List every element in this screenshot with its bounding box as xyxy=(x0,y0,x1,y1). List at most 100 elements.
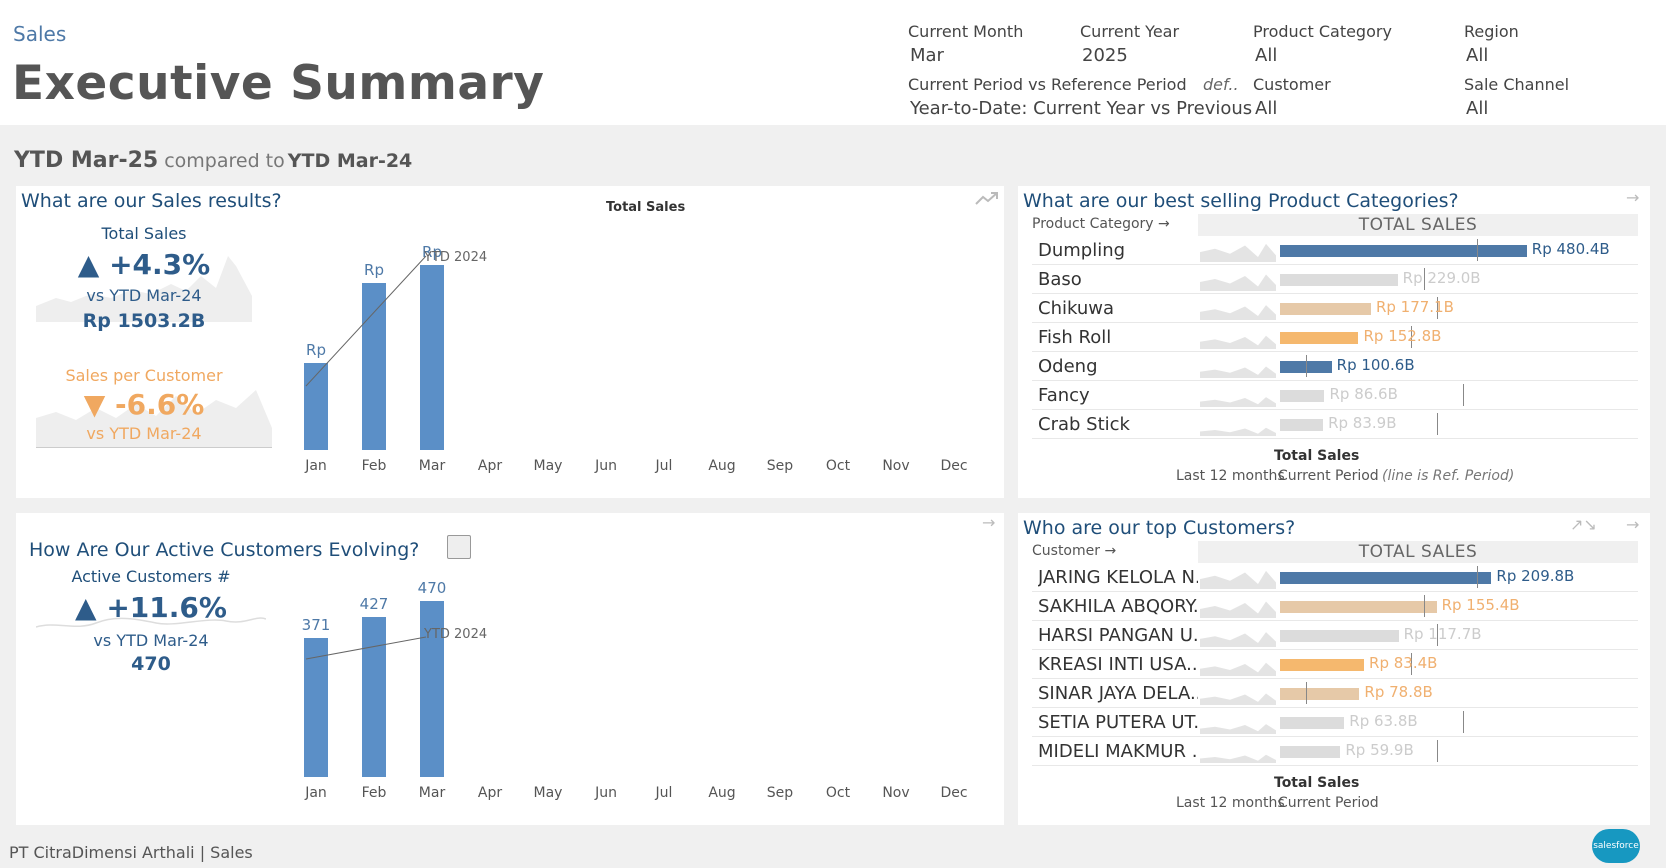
filter-sale-channel[interactable]: All xyxy=(1466,98,1488,119)
category-ref-line xyxy=(1476,239,1478,261)
customer-bar[interactable] xyxy=(1280,572,1492,584)
category-row-name: Fish Roll xyxy=(1038,327,1112,348)
total-sales-change: ▲ +4.3% xyxy=(36,248,252,281)
category-foot-note: (line is Ref. Period) xyxy=(1382,468,1515,484)
category-bar[interactable] xyxy=(1280,245,1527,257)
customer-row-name: HARSI PANGAN U.. xyxy=(1038,625,1198,646)
sales-month-label: Jul xyxy=(655,458,673,474)
trend-icon[interactable] xyxy=(974,190,1000,206)
arrow-right-icon[interactable]: → xyxy=(1626,515,1639,534)
sales-per-customer-vs: vs YTD Mar-24 xyxy=(86,424,202,443)
category-row-name: Fancy xyxy=(1038,385,1090,406)
category-bar[interactable] xyxy=(1280,419,1324,431)
category-bar[interactable] xyxy=(1280,390,1325,402)
category-bar[interactable] xyxy=(1280,332,1359,344)
category-row-sparkline xyxy=(1200,335,1276,349)
customer-row-name: JARING KELOLA N.. xyxy=(1038,567,1198,588)
category-bar-value: Rp 480.4B xyxy=(1531,240,1610,258)
category-row-name: Odeng xyxy=(1038,356,1098,377)
breadcrumb[interactable]: Sales xyxy=(13,22,66,46)
page-title: Executive Summary xyxy=(12,56,545,111)
sales-reference-label: YTD 2024 xyxy=(424,250,488,265)
customer-row-name: SINAR JAYA DELA.. xyxy=(1038,683,1198,704)
expand-icon[interactable]: ↗↘ xyxy=(1570,515,1597,534)
customer-bar[interactable] xyxy=(1280,746,1341,758)
category-ref-line xyxy=(1463,384,1465,406)
customer-bar[interactable] xyxy=(1280,688,1360,700)
category-row-sparkline xyxy=(1200,366,1276,378)
sales-panel-title: What are our Sales results? xyxy=(21,190,282,212)
categories-panel-title: What are our best selling Product Catego… xyxy=(1023,190,1459,212)
customer-ref-line xyxy=(1476,566,1478,588)
customer-row-name: KREASI INTI USA.. xyxy=(1038,654,1198,675)
sales-results-panel: What are our Sales results? Total Sales … xyxy=(16,186,1004,498)
filter-customer[interactable]: All xyxy=(1255,98,1277,119)
category-foot-last12: Last 12 months xyxy=(1176,468,1285,484)
customer-bar[interactable] xyxy=(1280,630,1399,642)
customer-ref-line xyxy=(1437,740,1439,762)
category-bar[interactable] xyxy=(1280,303,1371,315)
sales-per-customer-change-value: -6.6% xyxy=(115,388,205,421)
category-row-sparkline xyxy=(1200,274,1276,291)
down-triangle-icon: ▼ xyxy=(83,388,106,421)
filter-label-period-compare: Current Period vs Reference Period xyxy=(908,75,1187,94)
period-compared-text: compared to xyxy=(164,150,285,172)
sales-per-customer-change: ▼ -6.6% xyxy=(36,388,252,421)
sales-month-label: Aug xyxy=(708,458,736,474)
top-customers-panel-title: Who are our top Customers? xyxy=(1023,517,1296,539)
customers-month-label: May xyxy=(533,785,563,801)
category-row-sparkline xyxy=(1200,397,1276,407)
customer-bar[interactable] xyxy=(1280,717,1345,729)
filter-period-compare[interactable]: Year-to-Date: Current Year vs Previous xyxy=(910,98,1252,119)
category-row-sparkline xyxy=(1200,427,1276,436)
customer-bar-value: Rp 63.8B xyxy=(1349,712,1418,730)
category-ref-line xyxy=(1437,413,1439,435)
category-row-sparkline xyxy=(1200,243,1276,262)
categories-panel: What are our best selling Product Catego… xyxy=(1018,186,1650,498)
category-bar-value: Rp 100.6B xyxy=(1336,356,1415,374)
customer-bar-value: Rp 83.4B xyxy=(1369,654,1438,672)
customers-reference-line xyxy=(305,636,427,660)
sales-month-label: Jun xyxy=(595,458,617,474)
header-bar: Sales Executive Summary Current Month Ma… xyxy=(0,0,1666,125)
category-row-sparkline xyxy=(1200,305,1276,320)
sales-chart-title: Total Sales xyxy=(606,200,686,215)
arrow-right-icon[interactable]: → xyxy=(982,513,995,532)
arrow-right-icon[interactable]: → xyxy=(1626,188,1639,207)
category-bar[interactable] xyxy=(1280,274,1398,286)
customer-bar-value: Rp 78.8B xyxy=(1364,683,1433,701)
filter-label-region: Region xyxy=(1464,22,1519,41)
customer-column-header[interactable]: Customer → xyxy=(1032,543,1116,559)
customer-ref-line xyxy=(1463,711,1465,733)
customer-row-name: SETIA PUTERA UT.. xyxy=(1038,712,1198,733)
filter-label-customer: Customer xyxy=(1253,75,1331,94)
filter-label-current-year: Current Year xyxy=(1080,22,1180,41)
category-row-name: Crab Stick xyxy=(1038,414,1130,435)
sales-reference-line xyxy=(305,255,427,387)
category-bar-value: Rp 229.0B xyxy=(1402,269,1481,287)
active-customers-change-value: +11.6% xyxy=(106,591,227,624)
filter-region[interactable]: All xyxy=(1466,45,1488,66)
filter-current-month[interactable]: Mar xyxy=(910,45,944,66)
up-triangle-icon: ▲ xyxy=(75,591,97,624)
active-customers-panel: How Are Our Active Customers Evolving? →… xyxy=(16,513,1004,825)
filter-def-toggle[interactable]: def.. xyxy=(1203,75,1239,94)
customer-bar-value: Rp 155.4B xyxy=(1441,596,1520,614)
customer-row-sparkline xyxy=(1200,570,1276,589)
filter-product-category[interactable]: All xyxy=(1255,45,1277,66)
total-sales-value: Rp 1503.2B xyxy=(82,310,206,332)
customer-bar[interactable] xyxy=(1280,601,1437,613)
customers-month-label: Nov xyxy=(882,785,910,801)
customer-bar[interactable] xyxy=(1280,659,1365,671)
customers-month-label: Dec xyxy=(940,785,968,801)
up-triangle-icon: ▲ xyxy=(77,248,100,281)
total-sales-label: Total Sales xyxy=(101,224,187,243)
category-foot-current: Current Period xyxy=(1278,468,1379,484)
filter-current-year[interactable]: 2025 xyxy=(1082,45,1128,66)
category-column-header[interactable]: Product Category → xyxy=(1032,216,1170,232)
active-customers-chart: Jan 371 Feb 427 Mar 470 Apr May Jun Jul Aug Sep Oct N… xyxy=(296,553,996,823)
customers-month-label: Oct xyxy=(825,785,851,801)
footer-company: PT CitraDimensi Arthali | Sales xyxy=(9,843,253,862)
period-reference: YTD Mar-24 xyxy=(287,150,413,172)
category-bar-value: Rp 152.8B xyxy=(1363,327,1442,345)
